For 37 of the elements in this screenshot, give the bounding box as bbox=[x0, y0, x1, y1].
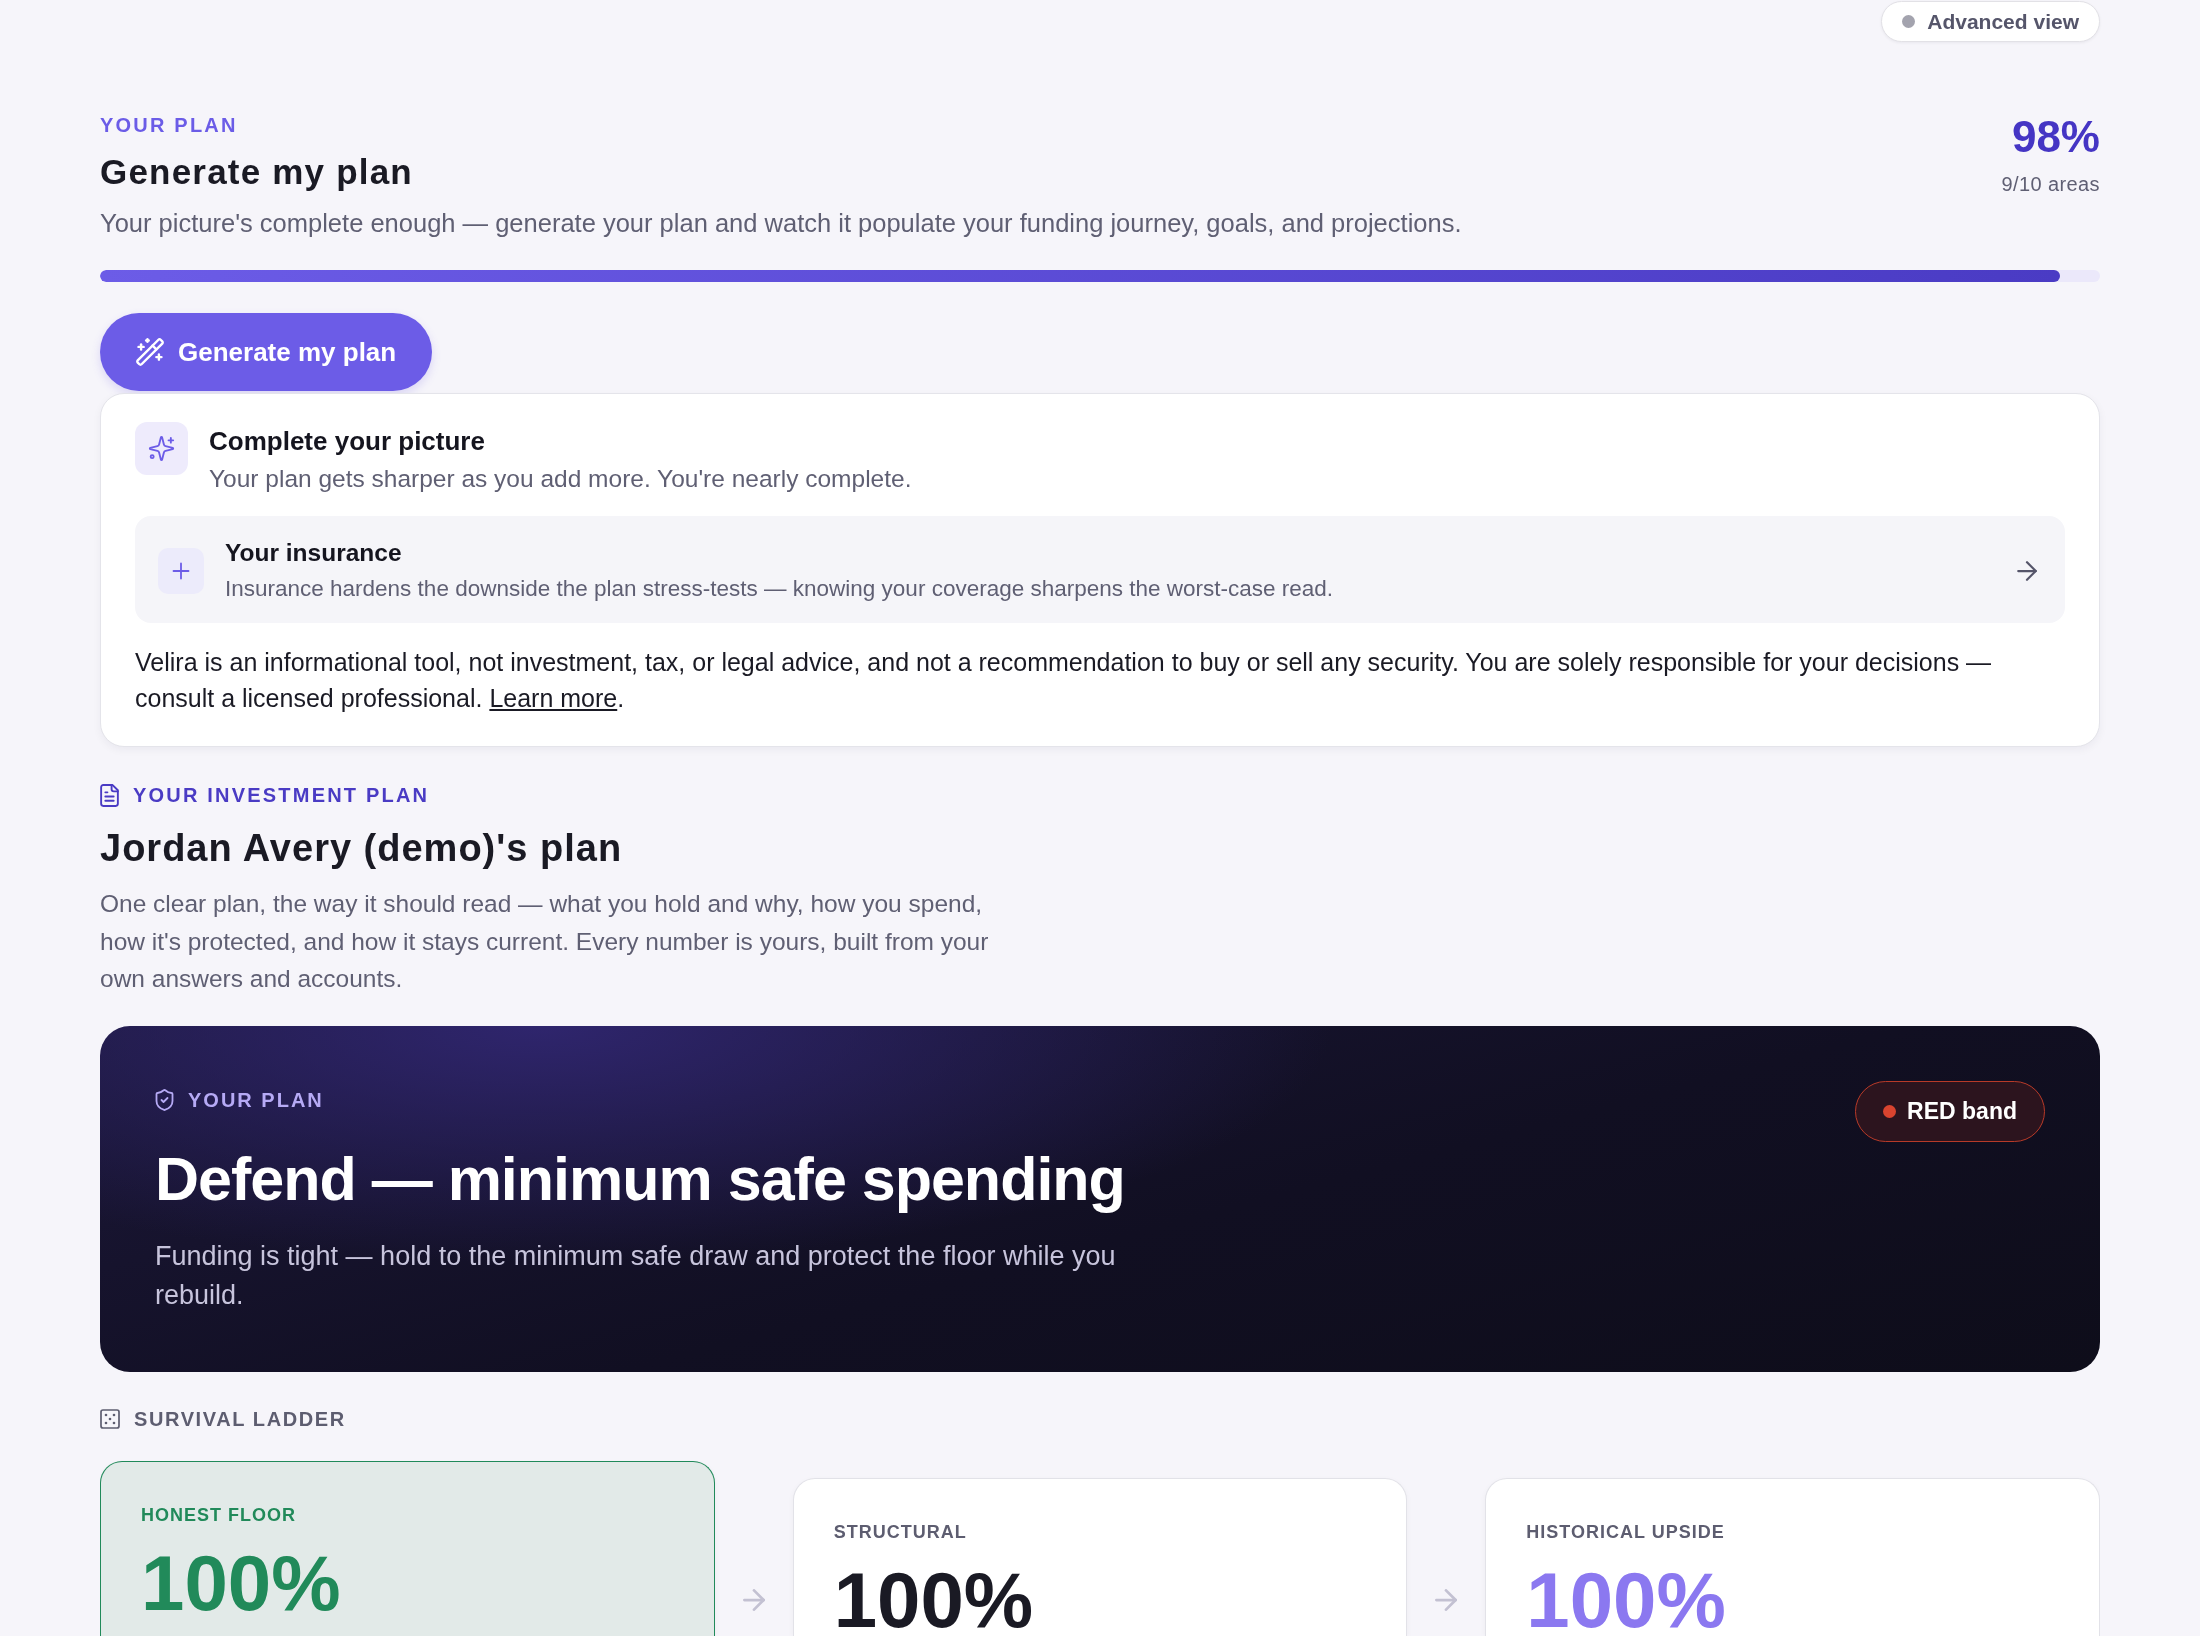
plan-owner-title: Jordan Avery (demo)'s plan bbox=[100, 826, 623, 871]
missing-area-item[interactable]: Your insurance Insurance hardens the downside the plan stress-tests — knowing your coverage sharpens the worst-case read. bbox=[135, 516, 2065, 623]
banner-title: Defend — minimum safe spending bbox=[155, 1143, 1125, 1215]
rung-value: 100% bbox=[141, 1547, 341, 1618]
rung-label: HISTORICAL UPSIDE bbox=[1526, 1520, 1725, 1543]
shield-check-icon bbox=[155, 1088, 174, 1111]
disclaimer-text: Velira is an informational tool, not investment, tax, or legal advice, and not a recommendation to buy or sell any security. You are solely responsible for your decisions — consult a licensed professional. Learn more. bbox=[135, 647, 1993, 714]
section-label: YOUR INVESTMENT PLAN bbox=[133, 783, 430, 807]
advanced-view-toggle[interactable]: Advanced view bbox=[1881, 1, 2100, 42]
plus-icon bbox=[158, 547, 204, 594]
plan-summary: One clear plan, the way it should read — what you hold and why, how you spend, how it's protected, and how it stays current. Every number is yours, built from your own answers and accounts. bbox=[100, 889, 990, 994]
banner-label: YOUR PLAN bbox=[188, 1087, 324, 1112]
plan-title: Generate my plan bbox=[100, 151, 413, 193]
completion-percent: 98% bbox=[2010, 113, 2100, 161]
rung-label: STRUCTURAL bbox=[833, 1520, 967, 1543]
learn-more-link[interactable]: Learn more bbox=[489, 684, 618, 712]
arrow-right-icon bbox=[742, 1588, 765, 1611]
card-subtitle: Your plan gets sharper as you add more. You're nearly complete. bbox=[209, 464, 912, 494]
arrow-right-icon bbox=[1435, 1588, 1458, 1611]
generate-plan-button[interactable]: Generate my plan bbox=[100, 313, 433, 391]
sparkles-icon bbox=[135, 422, 188, 475]
rung-value: 100% bbox=[833, 1564, 1034, 1635]
section-label: SURVIVAL LADDER bbox=[134, 1406, 346, 1431]
rung-value: 100% bbox=[1526, 1564, 1726, 1635]
section-label: YOUR PLAN bbox=[100, 113, 238, 137]
band-label: RED band bbox=[1907, 1097, 2017, 1125]
dice-icon bbox=[100, 1408, 120, 1429]
banner-description: Funding is tight — hold to the minimum safe draw and protect the floor while you rebuild. bbox=[155, 1239, 1117, 1312]
rung-label: HONEST FLOOR bbox=[141, 1503, 296, 1526]
plan-description: Your picture's complete enough — generate your plan and watch it populate your funding journey, goals, and projections. bbox=[100, 208, 1462, 239]
document-icon bbox=[100, 783, 119, 807]
areas-count: 9/10 areas bbox=[2001, 172, 2100, 196]
item-description: Insurance hardens the downside the plan stress-tests — knowing your coverage sharpens the worst-case read. bbox=[225, 575, 1334, 603]
card-title: Complete your picture bbox=[209, 425, 485, 458]
magic-wand-icon bbox=[136, 338, 164, 366]
item-title: Your insurance bbox=[225, 538, 402, 568]
arrow-right-icon bbox=[2017, 560, 2037, 581]
